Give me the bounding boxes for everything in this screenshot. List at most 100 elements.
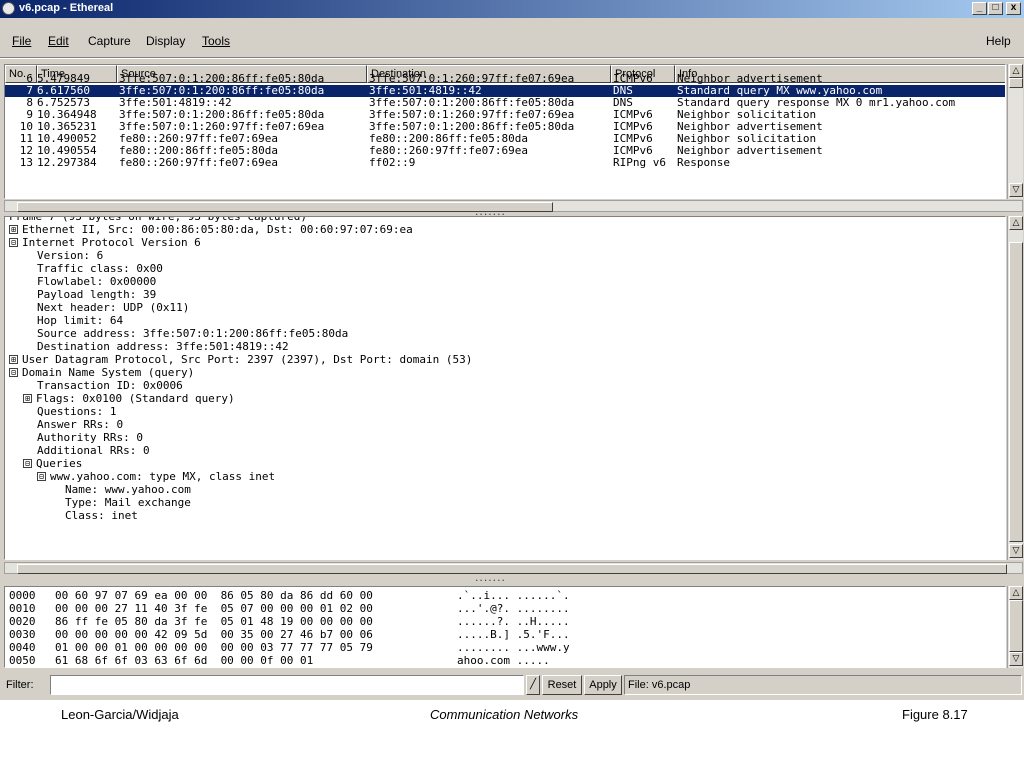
packet-cell-destination: 3ffe:507:0:1:260:97ff:fe07:69ea: [369, 109, 575, 121]
detail-line[interactable]: Next header: UDP (0x11): [37, 301, 189, 314]
detail-text: Authority RRs: 0: [37, 431, 143, 444]
detail-line[interactable]: ⊞ Ethernet II, Src: 00:00:86:05:80:da, Ds…: [9, 223, 413, 236]
packet-row[interactable]: 7 6.617560 3ffe:507:0:1:200:86ff:fe05:80da…: [5, 85, 1005, 97]
menu-display[interactable]: Display: [146, 34, 185, 48]
title-bar[interactable]: v6.pcap - Ethereal _ □ x: [0, 0, 1024, 18]
packet-row[interactable]: 9 10.364948 3ffe:507:0:1:200:86ff:fe05:80d…: [5, 109, 1005, 121]
detail-line[interactable]: Name: www.yahoo.com: [65, 483, 191, 496]
detail-line[interactable]: Destination address: 3ffe:501:4819::42: [37, 340, 289, 353]
detail-line[interactable]: Answer RRs: 0: [37, 418, 123, 431]
hex-ascii: ahoo.com .....: [457, 654, 550, 667]
packet-row[interactable]: 12 10.490554 fe80::200:86ff:fe05:80da fe80:…: [5, 145, 1005, 157]
scroll-down-icon[interactable]: ▽: [1009, 652, 1023, 666]
detail-line[interactable]: Version: 6: [37, 249, 103, 262]
detail-line[interactable]: Flowlabel: 0x00000: [37, 275, 156, 288]
packet-row[interactable]: 13 12.297384 fe80::260:97ff:fe07:69ea ff02:…: [5, 157, 1005, 169]
filter-dropdown-icon[interactable]: ╱: [526, 675, 540, 695]
scroll-up-icon[interactable]: △: [1009, 586, 1023, 600]
detail-line[interactable]: ⊞ User Datagram Protocol, Src Port: 2397 …: [9, 353, 472, 366]
detail-line[interactable]: Source address: 3ffe:507:0:1:200:86ff:fe…: [37, 327, 348, 340]
collapse-icon[interactable]: ⊟: [9, 237, 18, 247]
scroll-thumb[interactable]: [1009, 78, 1023, 88]
packet-cell-source: 3ffe:507:0:1:200:86ff:fe05:80da: [119, 109, 325, 121]
app-icon: [2, 2, 15, 15]
scroll-up-icon[interactable]: △: [1009, 216, 1023, 230]
collapse-icon[interactable]: ⊟: [9, 367, 18, 377]
pane-splitter-grip[interactable]: .......: [474, 574, 506, 584]
packet-row[interactable]: 11 10.490052 fe80::260:97ff:fe07:69ea fe80:…: [5, 133, 1005, 145]
menu-help[interactable]: Help: [986, 34, 1011, 48]
hex-bytes: 61 68 6f 6f 03 63 6f 6d 00 00 0f 00 01: [55, 654, 314, 667]
hex-ascii: .`..i... ......`.: [457, 589, 570, 602]
maximize-button[interactable]: □: [988, 2, 1003, 15]
hscroll-thumb[interactable]: [17, 564, 1007, 574]
hscroll-thumb[interactable]: [17, 202, 553, 212]
scroll-up-icon[interactable]: △: [1009, 64, 1023, 78]
detail-line[interactable]: Authority RRs: 0: [37, 431, 143, 444]
packet-list-pane[interactable]: No. . Time Source Destination Protocol I…: [4, 64, 1006, 199]
hex-bytes: 86 ff fe 05 80 da 3f fe 05 01 48 19 00 0…: [55, 615, 373, 628]
packet-cell-info: Standard query response MX 0 mr1.yahoo.c…: [677, 97, 956, 109]
minimize-button[interactable]: _: [972, 2, 987, 15]
detail-line[interactable]: ⊟ Domain Name System (query): [9, 366, 194, 379]
detail-line[interactable]: ⊟ Internet Protocol Version 6: [9, 236, 201, 249]
reset-button[interactable]: Reset: [542, 675, 582, 695]
hex-bytes: 01 00 00 01 00 00 00 00 00 00 03 77 77 7…: [55, 641, 373, 654]
scroll-down-icon[interactable]: ▽: [1009, 183, 1023, 197]
expand-icon[interactable]: ⊞: [9, 224, 18, 234]
detail-line[interactable]: ⊞ Flags: 0x0100 (Standard query): [23, 392, 235, 405]
menu-help-label: Help: [986, 34, 1011, 48]
detail-line[interactable]: Additional RRs: 0: [37, 444, 150, 457]
filter-input[interactable]: [50, 675, 524, 695]
detail-line[interactable]: Transaction ID: 0x0006: [37, 379, 183, 392]
details-hscrollbar[interactable]: [4, 562, 1023, 574]
details-vscrollbar[interactable]: △ ▽: [1007, 216, 1023, 560]
packet-row[interactable]: 8 6.752573 3ffe:501:4819::42 3ffe:507:0:1:2…: [5, 97, 1005, 109]
packet-cell-protocol: ICMPv6: [613, 109, 653, 121]
menu-file[interactable]: File: [12, 34, 31, 48]
detail-line[interactable]: Class: inet: [65, 509, 138, 522]
packet-cell-destination: 3ffe:507:0:1:200:86ff:fe05:80da: [369, 97, 575, 109]
scroll-down-icon[interactable]: ▽: [1009, 544, 1023, 558]
detail-text: Version: 6: [37, 249, 104, 262]
detail-line[interactable]: Traffic class: 0x00: [37, 262, 163, 275]
apply-button[interactable]: Apply: [584, 675, 622, 695]
scroll-thumb[interactable]: [1009, 242, 1023, 542]
packet-cell-source: fe80::260:97ff:fe07:69ea: [119, 157, 278, 169]
packet-cell-source: fe80::260:97ff:fe07:69ea: [119, 133, 278, 145]
hex-vscrollbar[interactable]: △ ▽: [1007, 586, 1023, 668]
detail-text: Name: www.yahoo.com: [65, 483, 191, 496]
detail-line[interactable]: ⊟ www.yahoo.com: type MX, class inet: [37, 470, 275, 483]
close-button[interactable]: x: [1006, 2, 1021, 15]
packet-cell-source: 3ffe:501:4819::42: [119, 97, 232, 109]
detail-line[interactable]: Frame 7 (93 bytes on wire, 93 bytes capt…: [9, 217, 307, 223]
detail-text: Questions: 1: [37, 405, 117, 418]
detail-line[interactable]: ⊟ Queries: [23, 457, 82, 470]
packet-cell-time: 10.490052: [37, 133, 97, 145]
hex-dump-pane[interactable]: 0000 00 60 97 07 69 ea 00 00 86 05 80 da …: [4, 586, 1006, 668]
detail-line[interactable]: Questions: 1: [37, 405, 116, 418]
collapse-icon[interactable]: ⊟: [37, 471, 46, 481]
packet-list-hscrollbar[interactable]: [4, 200, 1023, 212]
menu-edit[interactable]: Edit: [48, 34, 69, 48]
detail-line[interactable]: Payload length: 39: [37, 288, 156, 301]
detail-text: Flowlabel: 0x00000: [37, 275, 157, 288]
expand-icon[interactable]: ⊞: [9, 354, 18, 364]
packet-cell-info: Neighbor advertisement: [677, 121, 823, 133]
menu-tools[interactable]: Tools: [202, 34, 230, 48]
packet-cell-no: 12: [19, 145, 33, 157]
hex-ascii: ........ ...www.y: [457, 641, 570, 654]
packet-cell-protocol: ICMPv6: [613, 145, 653, 157]
packet-row[interactable]: 6 5.479849 3ffe:507:0:1:200:86ff:fe05:80da…: [5, 73, 1005, 85]
detail-line[interactable]: Type: Mail exchange: [65, 496, 191, 509]
collapse-icon[interactable]: ⊟: [23, 458, 32, 468]
packet-row[interactable]: 10 10.365231 3ffe:507:0:1:260:97ff:fe07:69…: [5, 121, 1005, 133]
packet-list-vscrollbar[interactable]: △ ▽: [1007, 64, 1023, 199]
detail-line[interactable]: Hop limit: 64: [37, 314, 123, 327]
expand-icon[interactable]: ⊞: [23, 393, 32, 403]
caption-authors: Leon-Garcia/Widjaja: [61, 707, 179, 722]
menu-capture[interactable]: Capture: [88, 34, 131, 48]
scroll-thumb[interactable]: [1009, 600, 1023, 652]
packet-details-pane[interactable]: Frame 7 (93 bytes on wire, 93 bytes capt…: [4, 216, 1006, 560]
detail-text: Ethernet II, Src: 00:00:86:05:80:da, Dst…: [22, 223, 413, 236]
